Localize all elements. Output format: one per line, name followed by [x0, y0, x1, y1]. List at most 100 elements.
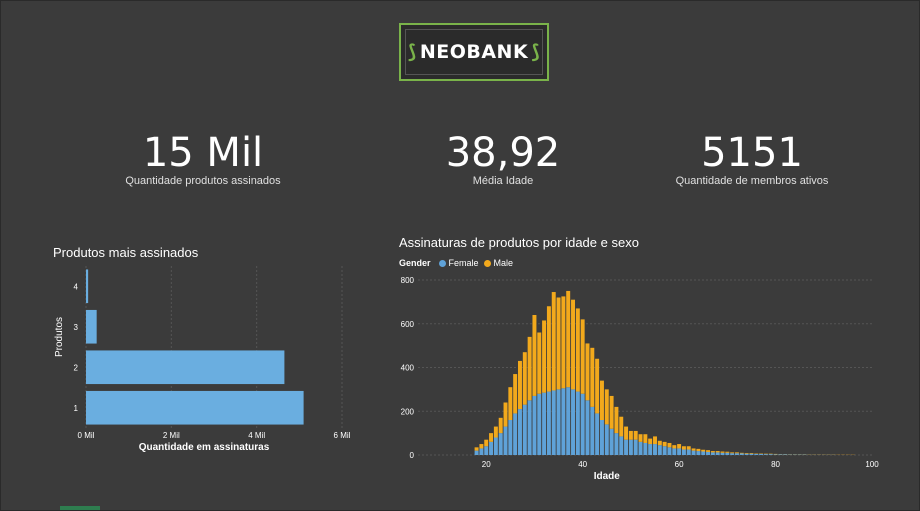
bar-female-54 [648, 444, 653, 455]
bar-female-28 [522, 404, 527, 455]
bar-female-66 [706, 451, 711, 455]
bar-female-30 [532, 395, 537, 455]
bar-female-20 [484, 446, 489, 455]
y-tick-label: 0 [410, 451, 415, 460]
bar-male-44 [599, 380, 604, 420]
kpi-card-produtos: 15 Mil Quantidade produtos assinados [83, 131, 323, 187]
bar-female-36 [561, 388, 566, 455]
bar-male-48 [619, 416, 624, 437]
bar-female-45 [604, 424, 609, 455]
bar-female-78 [763, 454, 768, 455]
bar-male-65 [701, 449, 706, 452]
y-tick-label: 3 [74, 323, 79, 332]
bar-male-53 [643, 434, 648, 443]
bar-male-61 [681, 446, 686, 450]
bar-male-25 [508, 387, 513, 420]
bar-female-64 [696, 451, 701, 455]
bar-male-27 [518, 360, 522, 410]
bar-female-41 [585, 400, 590, 455]
bar-female-35 [556, 389, 561, 455]
bar-male-74 [744, 453, 749, 454]
bar-male-70 [725, 451, 730, 453]
bar-male-41 [585, 343, 590, 401]
bar-male-43 [595, 358, 600, 414]
legend-female-label[interactable]: Female [449, 258, 479, 268]
y-tick-label: 400 [401, 364, 415, 373]
bar-female-32 [542, 392, 547, 455]
x-tick-label: 0 Mil [78, 431, 95, 440]
bar-male-22 [493, 426, 498, 438]
bar-female-33 [546, 391, 551, 455]
bar-male-49 [624, 426, 629, 440]
bar-female-75 [749, 453, 754, 455]
bar-chart-title: Produtos mais assinados [53, 245, 199, 260]
kpi-label-produtos: Quantidade produtos assinados [125, 175, 281, 187]
legend-female-dot [438, 259, 446, 267]
logo-text: NEOBANK [419, 41, 529, 63]
y-tick-label: 200 [401, 407, 415, 416]
bar-female-40 [580, 393, 585, 455]
bar-male-46 [609, 395, 614, 429]
bar-female-60 [677, 448, 682, 455]
bar-female-19 [479, 448, 484, 455]
bar-female-74 [744, 453, 749, 455]
bar-male-69 [720, 451, 725, 453]
bar-female-49 [624, 439, 629, 455]
bar-male-60 [677, 444, 682, 449]
kpi-card-membros: 5151 Quantidade de membros ativos [632, 131, 872, 187]
bar-female-79 [768, 454, 773, 455]
bar-male-66 [706, 450, 711, 452]
x-tick-label: 4 Mil [248, 431, 265, 440]
bar-male-32 [542, 320, 547, 393]
logo-left-bracket: ⟆ [407, 41, 417, 63]
bar-male-59 [672, 445, 677, 449]
bar-female-81 [778, 454, 783, 455]
products-bar-chart[interactable]: 0 Mil 2 Mil 4 Mil 6 Mil 4 3 2 1 Quantidade em as… [45, 262, 375, 462]
y-axis-title: Produtos [54, 317, 65, 357]
bar-male-42 [590, 347, 595, 407]
bar-male-72 [735, 452, 739, 454]
bar-male-29 [527, 336, 532, 401]
bar-male-54 [648, 438, 653, 445]
bar-female-58 [667, 447, 672, 455]
y-tick-label: 2 [74, 363, 79, 372]
legend-male-dot [483, 259, 491, 267]
y-tick-label: 4 [74, 282, 79, 291]
x-tick-label: 60 [675, 460, 684, 469]
bar-female-37 [566, 387, 571, 455]
bar-female-46 [609, 428, 614, 455]
bar-female-29 [527, 400, 532, 455]
age-gender-chart[interactable]: 0 200 400 600 800 20 40 60 80 100 Idade [390, 270, 890, 485]
bar-male-40 [580, 319, 585, 394]
bar-male-62 [686, 446, 691, 450]
bar-female-47 [614, 433, 619, 455]
bar-female-73 [739, 453, 744, 455]
bar-female-24 [503, 426, 508, 455]
kpi-value-produtos: 15 Mil [142, 130, 264, 176]
kpi-value-membros: 5151 [701, 130, 803, 176]
bar-male-55 [653, 436, 657, 445]
age-chart-title: Assinaturas de produtos por idade e sexo [399, 235, 639, 250]
bar-female-68 [715, 452, 720, 455]
bar-male-75 [749, 453, 754, 454]
bar-female-80 [773, 454, 778, 455]
x-tick-label: 80 [771, 460, 780, 469]
bar-male-33 [546, 306, 551, 392]
bar-female-62 [686, 449, 691, 455]
bar-male-45 [604, 389, 609, 425]
bar-female-51 [633, 439, 638, 455]
bar-male-73 [739, 452, 744, 454]
bar-female-34 [551, 390, 556, 455]
bar-male-47 [614, 406, 619, 434]
bar-male-36 [561, 296, 566, 389]
page-tab-indicator [60, 506, 100, 510]
bar-produto-1 [86, 390, 304, 425]
bar-female-76 [754, 453, 759, 455]
bar-produto-2 [86, 350, 285, 385]
legend-male-label[interactable]: Male [494, 258, 514, 268]
bar-male-39 [575, 308, 580, 392]
bar-male-56 [657, 440, 662, 446]
bar-female-69 [720, 452, 725, 455]
bar-male-21 [489, 433, 494, 442]
bar-male-34 [551, 292, 556, 391]
